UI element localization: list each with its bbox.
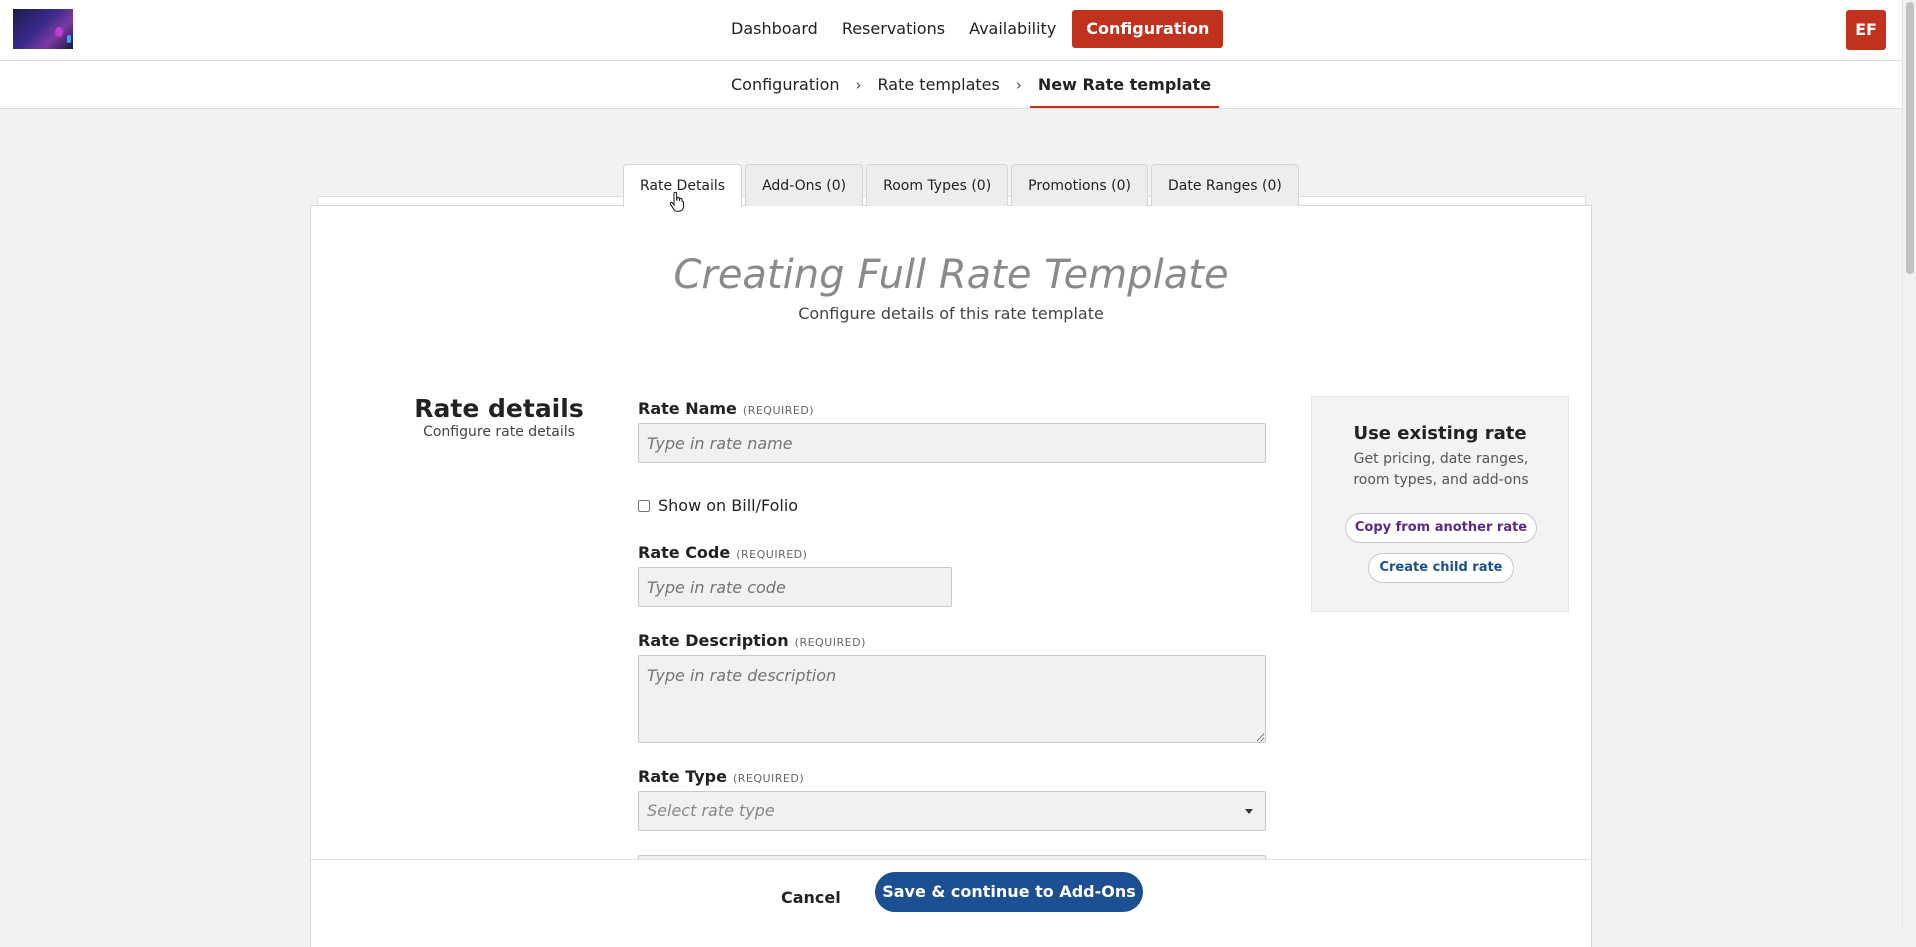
copy-from-rate-button[interactable]: Copy from another rate xyxy=(1345,513,1537,543)
scrollbar-thumb[interactable] xyxy=(1906,2,1914,274)
rate-name-label: Rate Name (REQUIRED) xyxy=(638,399,814,418)
nav-configuration[interactable]: Configuration xyxy=(1072,10,1224,48)
cancel-button[interactable]: Cancel xyxy=(781,888,841,907)
tab-promotions[interactable]: Promotions (0) xyxy=(1011,164,1148,206)
rate-description-label: Rate Description (REQUIRED) xyxy=(638,631,866,650)
page-subtitle: Configure details of this rate template xyxy=(798,304,1104,323)
main-nav: Dashboard Reservations Availability Conf… xyxy=(719,10,1224,48)
brand-logo[interactable] xyxy=(13,9,73,49)
required-tag: (REQUIRED) xyxy=(736,548,808,561)
rate-template-tabs: Rate Details Add-Ons (0) Room Types (0) … xyxy=(623,164,1299,207)
show-on-bill-label: Show on Bill/Folio xyxy=(658,496,799,515)
nav-dashboard[interactable]: Dashboard xyxy=(719,10,830,48)
hand-pointer-icon xyxy=(669,192,684,212)
create-child-rate-button[interactable]: Create child rate xyxy=(1368,553,1514,583)
rate-description-label-text: Rate Description xyxy=(638,631,789,650)
required-tag: (REQUIRED) xyxy=(732,772,805,785)
rate-code-input[interactable] xyxy=(638,567,952,607)
side-panel-title: Use existing rate xyxy=(1353,423,1527,444)
required-tag: (REQUIRED) xyxy=(794,636,866,649)
required-tag: (REQUIRED) xyxy=(742,404,815,417)
rate-type-label-text: Rate Type xyxy=(638,767,727,786)
side-panel-description: Get pricing, date ranges, room types, an… xyxy=(1353,451,1529,488)
rate-type-select[interactable]: Select rate type xyxy=(638,791,1266,831)
tab-add-ons[interactable]: Add-Ons (0) xyxy=(745,164,864,206)
logo-mark xyxy=(55,27,63,37)
user-avatar[interactable]: EF xyxy=(1846,10,1886,50)
tab-date-ranges[interactable]: Date Ranges (0) xyxy=(1150,164,1299,206)
top-navbar: Dashboard Reservations Availability Conf… xyxy=(0,0,1902,61)
logo-mark-accent xyxy=(67,35,71,43)
caret-down-icon xyxy=(1245,809,1253,814)
page-scrollbar[interactable] xyxy=(1902,0,1916,928)
breadcrumb-separator: › xyxy=(855,75,862,94)
tab-room-types[interactable]: Room Types (0) xyxy=(866,164,1009,206)
page-title: Creating Full Rate Template xyxy=(673,252,1229,298)
save-continue-button[interactable]: Save & continue to Add-Ons xyxy=(875,872,1143,912)
breadcrumb-rate-templates[interactable]: Rate templates xyxy=(878,75,1000,94)
rate-code-label-text: Rate Code xyxy=(638,543,731,562)
rate-type-label: Rate Type (REQUIRED) xyxy=(638,767,804,786)
form-footer: Cancel Save & continue to Add-Ons xyxy=(311,859,1591,947)
rate-description-textarea[interactable] xyxy=(638,655,1266,743)
rate-name-input[interactable] xyxy=(638,423,1266,463)
section-subtitle: Configure rate details xyxy=(423,424,575,440)
use-existing-rate-panel: Use existing rate Get pricing, date rang… xyxy=(1311,396,1569,612)
breadcrumb: Configuration › Rate templates › New Rat… xyxy=(731,61,1220,108)
breadcrumb-configuration[interactable]: Configuration xyxy=(731,75,840,94)
nav-reservations[interactable]: Reservations xyxy=(830,10,957,48)
breadcrumb-current: New Rate template xyxy=(1029,61,1220,108)
rate-type-placeholder: Select rate type xyxy=(647,801,775,820)
show-on-bill-checkbox[interactable] xyxy=(638,499,650,512)
rate-template-card: Creating Full Rate Template Configure de… xyxy=(310,205,1592,947)
section-title: Rate details xyxy=(414,394,584,423)
nav-availability[interactable]: Availability xyxy=(957,10,1068,48)
show-on-bill-row: Show on Bill/Folio xyxy=(638,496,798,515)
rate-code-label: Rate Code (REQUIRED) xyxy=(638,543,807,562)
rate-name-label-text: Rate Name xyxy=(638,399,737,418)
breadcrumb-bar: Configuration › Rate templates › New Rat… xyxy=(0,61,1902,109)
breadcrumb-separator: › xyxy=(1015,75,1022,94)
